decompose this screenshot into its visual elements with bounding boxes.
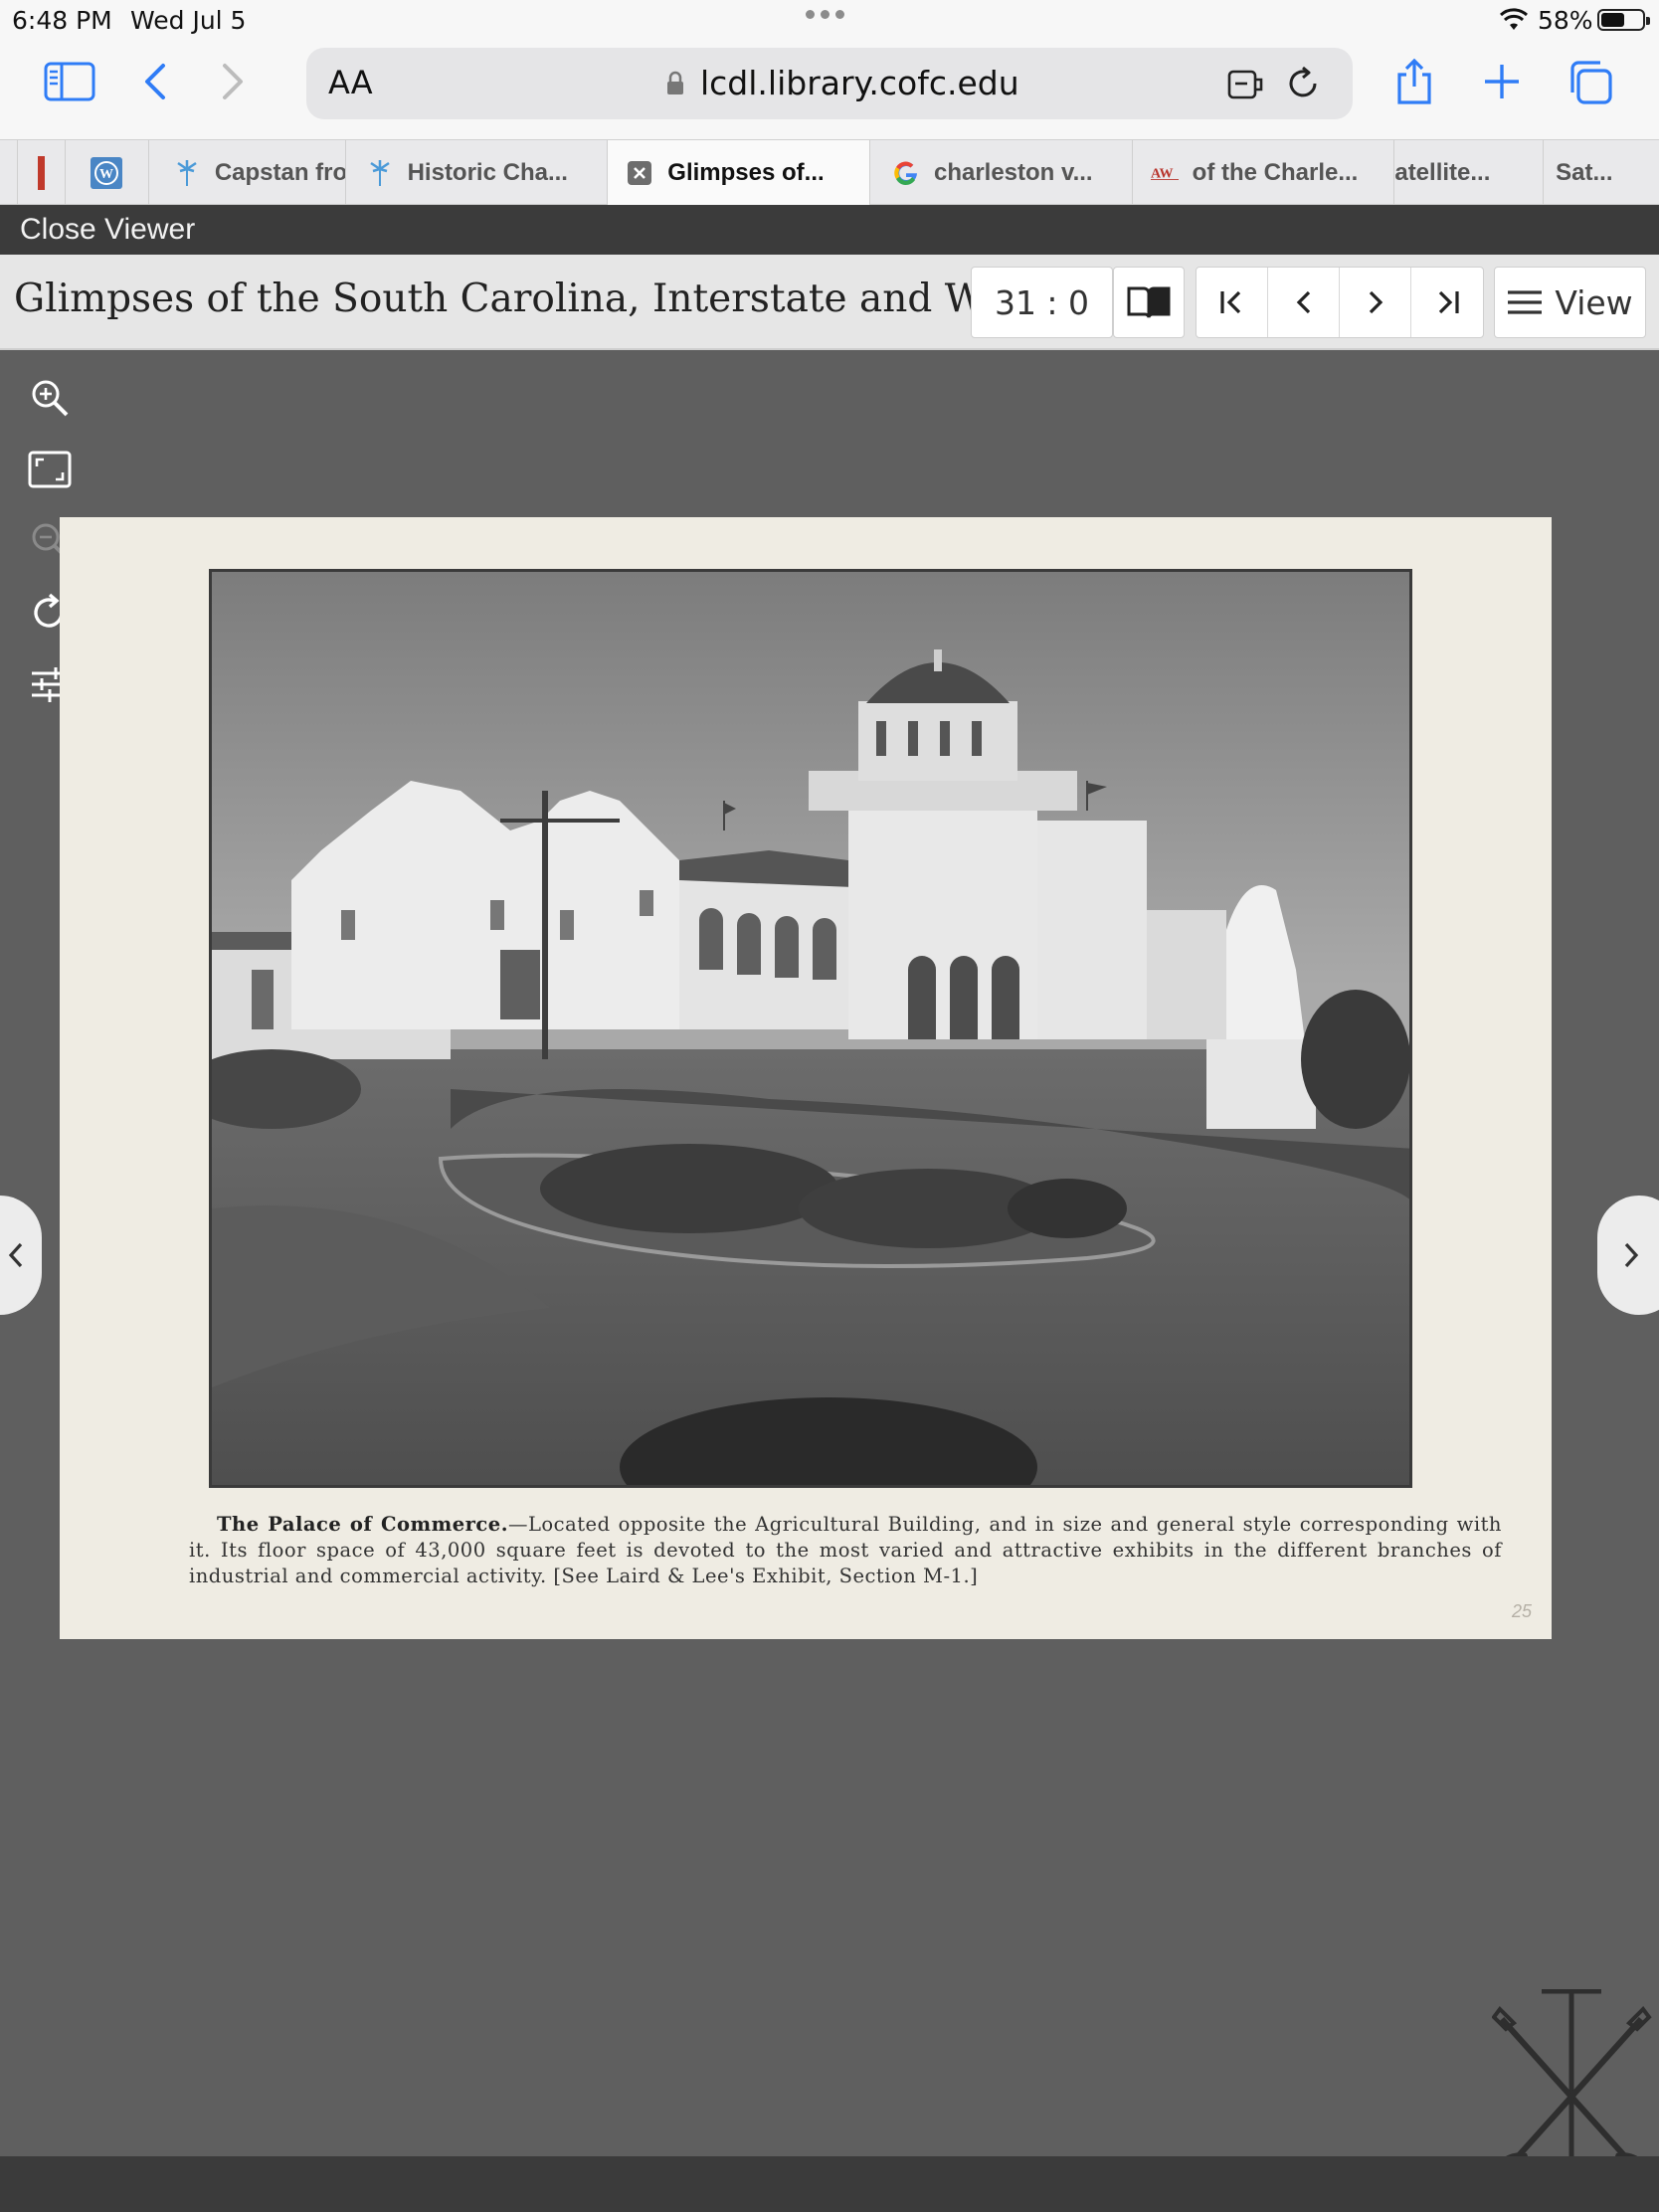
status-time: 6:48 PM (12, 6, 112, 35)
tabs-overview-icon[interactable] (1566, 58, 1615, 107)
tab-satellite[interactable]: atellite... (1394, 140, 1545, 205)
browser-toolbar: AA lcdl.library.cofc.edu (0, 40, 1659, 139)
extension-icon[interactable] (1227, 66, 1265, 103)
battery-icon (1597, 9, 1650, 31)
view-label: View (1555, 282, 1633, 322)
hamburger-icon (1508, 290, 1543, 314)
google-icon (892, 159, 920, 187)
new-tab-icon[interactable] (1480, 60, 1524, 103)
first-page-icon (1219, 290, 1240, 314)
tab-edge (0, 140, 18, 205)
photo-caption: The Palace of Commerce.—Located opposite… (189, 1512, 1502, 1589)
tab-capstan[interactable]: Capstan fro (149, 140, 346, 205)
wifi-icon (1500, 8, 1528, 30)
lock-icon (667, 71, 683, 94)
palace-of-commerce-photo (209, 569, 1412, 1488)
open-book-icon (1127, 286, 1171, 318)
page-number-field[interactable]: 31 : 0 (971, 267, 1113, 338)
back-icon[interactable] (135, 60, 175, 103)
caption-title: The Palace of Commerce. (217, 1513, 508, 1536)
last-page-icon (1438, 290, 1459, 314)
svg-text:W: W (99, 167, 113, 182)
page-mark: 25 (1512, 1601, 1533, 1621)
document-viewer[interactable]: The Palace of Commerce.—Located opposite… (0, 350, 1659, 2185)
last-page-button[interactable] (1411, 268, 1483, 337)
address-bar[interactable]: AA lcdl.library.cofc.edu (306, 48, 1353, 119)
url-text[interactable]: lcdl.library.cofc.edu (700, 64, 1019, 102)
fit-to-screen-icon[interactable] (26, 446, 74, 493)
tab-historic-charleston[interactable]: Historic Cha... (346, 140, 609, 205)
previous-page-button[interactable] (1268, 268, 1340, 337)
chevron-left-icon (1296, 290, 1310, 314)
palmetto-icon (173, 159, 201, 187)
scanned-page: The Palace of Commerce.—Located opposite… (60, 517, 1552, 1639)
chevron-right-icon (1624, 1242, 1639, 1268)
book-view-button[interactable] (1113, 267, 1185, 338)
share-icon[interactable] (1392, 56, 1436, 107)
tab-charleston-google[interactable]: charleston v... (870, 140, 1133, 205)
bookmark-red-icon (37, 155, 45, 190)
tab-wordpress[interactable]: W (66, 140, 149, 205)
tab-glimpses[interactable]: Glimpses of... (608, 140, 870, 205)
status-bar: 6:48 PM Wed Jul 5 58% (0, 0, 1659, 40)
next-page-button[interactable] (1340, 268, 1411, 337)
chevron-right-icon (1369, 290, 1382, 314)
tab-pinned-red[interactable] (18, 140, 66, 205)
first-page-button[interactable] (1197, 268, 1268, 337)
wordpress-icon: W (91, 156, 123, 189)
close-viewer-link[interactable]: Close Viewer (20, 213, 195, 247)
view-menu-button[interactable]: View (1494, 267, 1646, 338)
battery-percent: 58% (1538, 6, 1593, 35)
next-page-arrow[interactable] (1597, 1196, 1659, 1315)
page-navigation (1196, 267, 1484, 338)
sidebar-toggle-icon[interactable] (44, 60, 95, 103)
previous-page-arrow[interactable] (0, 1196, 42, 1315)
zoom-in-icon[interactable] (26, 374, 74, 422)
viewer-header: Glimpses of the South Carolina, Intersta… (0, 255, 1659, 350)
close-viewer-bar: Close Viewer (0, 205, 1659, 255)
bottom-bar (0, 2156, 1659, 2212)
aw-icon: AW (1150, 159, 1179, 187)
text-size-button[interactable]: AA (328, 64, 373, 101)
tab-sat[interactable]: Sat... (1544, 140, 1659, 205)
forward-icon[interactable] (213, 60, 253, 103)
chevron-left-icon (8, 1242, 23, 1268)
photo-illustration (212, 572, 1409, 1485)
tab-bar: W Capstan fro Historic Cha... Glimpses o… (0, 139, 1659, 205)
multitasking-dots-icon[interactable] (806, 10, 853, 22)
close-tab-icon[interactable] (626, 159, 653, 187)
palmetto-icon (366, 159, 394, 187)
tab-of-the-charleston[interactable]: AW of the Charle... (1133, 140, 1395, 205)
reload-icon[interactable] (1285, 66, 1321, 101)
document-title: Glimpses of the South Carolina, Intersta… (14, 276, 1061, 321)
status-date: Wed Jul 5 (130, 6, 247, 35)
